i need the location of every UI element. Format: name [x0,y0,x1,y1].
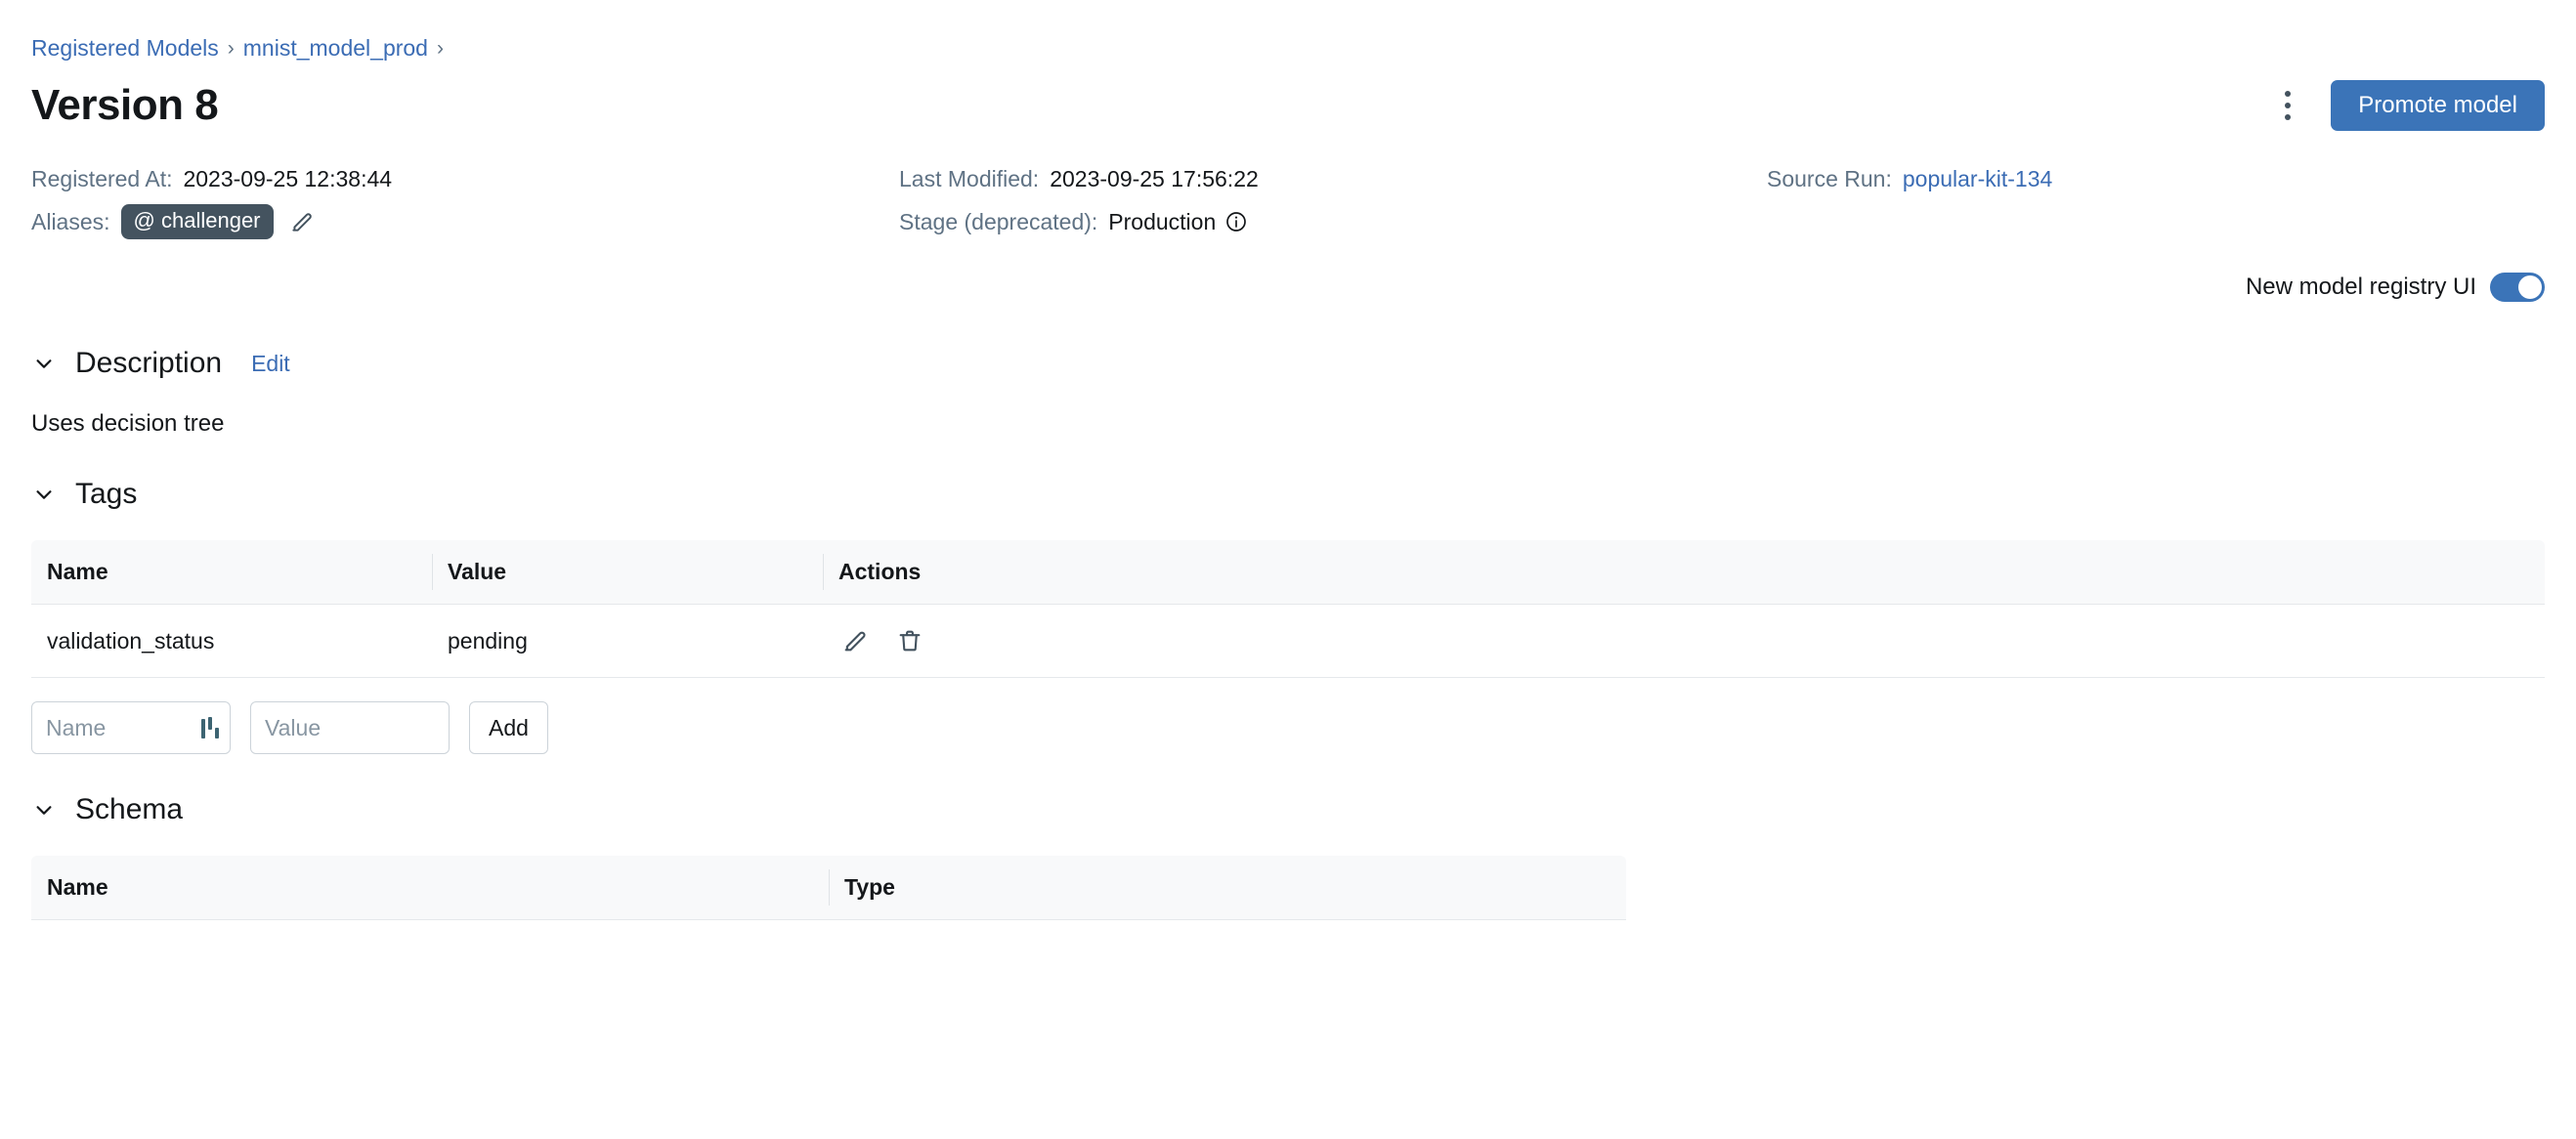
tag-actions-cell [838,624,2529,657]
tags-column-actions: Actions [823,540,2545,606]
page-header: Version 8 Promote model [31,75,2545,136]
breadcrumb-item-model[interactable]: mnist_model_prod [243,37,428,60]
schema-table-header-row: Name Type [31,856,1626,921]
tags-table-header-row: Name Value Actions [31,540,2545,606]
last-modified-label: Last Modified: [899,165,1040,191]
tag-name-field-wrap [31,701,231,755]
description-title: Description [75,347,223,379]
schema-column-name: Name [31,856,829,921]
chevron-down-icon[interactable] [31,351,57,376]
registered-at-value: 2023-09-25 12:38:44 [183,165,393,191]
chevron-down-icon[interactable] [31,482,57,507]
edit-aliases-pencil-icon[interactable] [285,205,319,238]
add-tag-form: Add [31,701,2545,755]
registered-at-label: Registered At: [31,165,173,191]
tag-name-cell: validation_status [31,604,432,679]
schema-table: Name Type [31,856,1626,921]
switch-knob [2518,275,2542,299]
tag-name-input[interactable] [31,701,231,755]
description-section-header: Description Edit [31,343,2545,384]
stage-label: Stage (deprecated): [899,208,1098,234]
chevron-down-icon[interactable] [31,797,57,823]
aliases-label: Aliases: [31,208,110,234]
tags-column-value: Value [432,540,823,606]
tags-table: Name Value Actions validation_status pen… [31,540,2545,679]
tag-value-cell: pending [432,604,823,679]
info-icon[interactable] [1224,210,1248,233]
table-row: validation_status pending [31,604,2545,679]
model-version-page: Registered Models › mnist_model_prod › V… [0,0,2576,1139]
aliases-field: Aliases: @ challenger [31,204,899,239]
version-metadata: Registered At: 2023-09-25 12:38:44 Last … [31,157,2545,251]
stage-field: Stage (deprecated): Production [899,209,1767,235]
source-run-label: Source Run: [1767,165,1892,191]
alias-chip[interactable]: @ challenger [120,204,274,239]
page-title: Version 8 [31,81,219,129]
schema-column-type: Type [829,856,1626,921]
delete-tag-trash-icon[interactable] [893,624,926,657]
source-run-link[interactable]: popular-kit-134 [1903,166,2052,192]
stage-value: Production [1108,208,1217,234]
metadata-row-2: Aliases: @ challenger Stage (deprecated)… [31,200,2545,243]
last-modified-field: Last Modified: 2023-09-25 17:56:22 [899,166,1767,192]
metadata-row-1: Registered At: 2023-09-25 12:38:44 Last … [31,157,2545,200]
new-registry-ui-toggle-row: New model registry UI [31,267,2545,308]
new-registry-ui-label: New model registry UI [2245,274,2476,300]
tags-column-name: Name [31,540,432,606]
overflow-menu-icon[interactable] [2268,82,2307,129]
tags-section-header: Tags [31,474,2545,515]
breadcrumb-separator-icon: › [227,37,235,60]
description-body: Uses decision tree [31,410,225,437]
breadcrumb: Registered Models › mnist_model_prod › [31,0,2545,60]
edit-tag-pencil-icon[interactable] [838,624,872,657]
breadcrumb-item-registered-models[interactable]: Registered Models [31,37,219,60]
new-registry-ui-switch[interactable] [2490,273,2545,302]
tags-title: Tags [75,478,138,511]
tag-value-field-wrap [250,701,450,755]
add-tag-button[interactable]: Add [469,701,548,755]
schema-title: Schema [75,793,184,826]
source-run-field: Source Run: popular-kit-134 [1767,166,2545,192]
last-modified-value: 2023-09-25 17:56:22 [1050,165,1259,191]
description-edit-link[interactable]: Edit [251,351,290,377]
schema-section-header: Schema [31,789,2545,830]
promote-model-button[interactable]: Promote model [2331,80,2545,131]
tag-value-input[interactable] [250,701,450,755]
header-actions: Promote model [2268,80,2545,131]
registered-at-field: Registered At: 2023-09-25 12:38:44 [31,166,899,192]
breadcrumb-separator-icon-2: › [436,37,444,60]
